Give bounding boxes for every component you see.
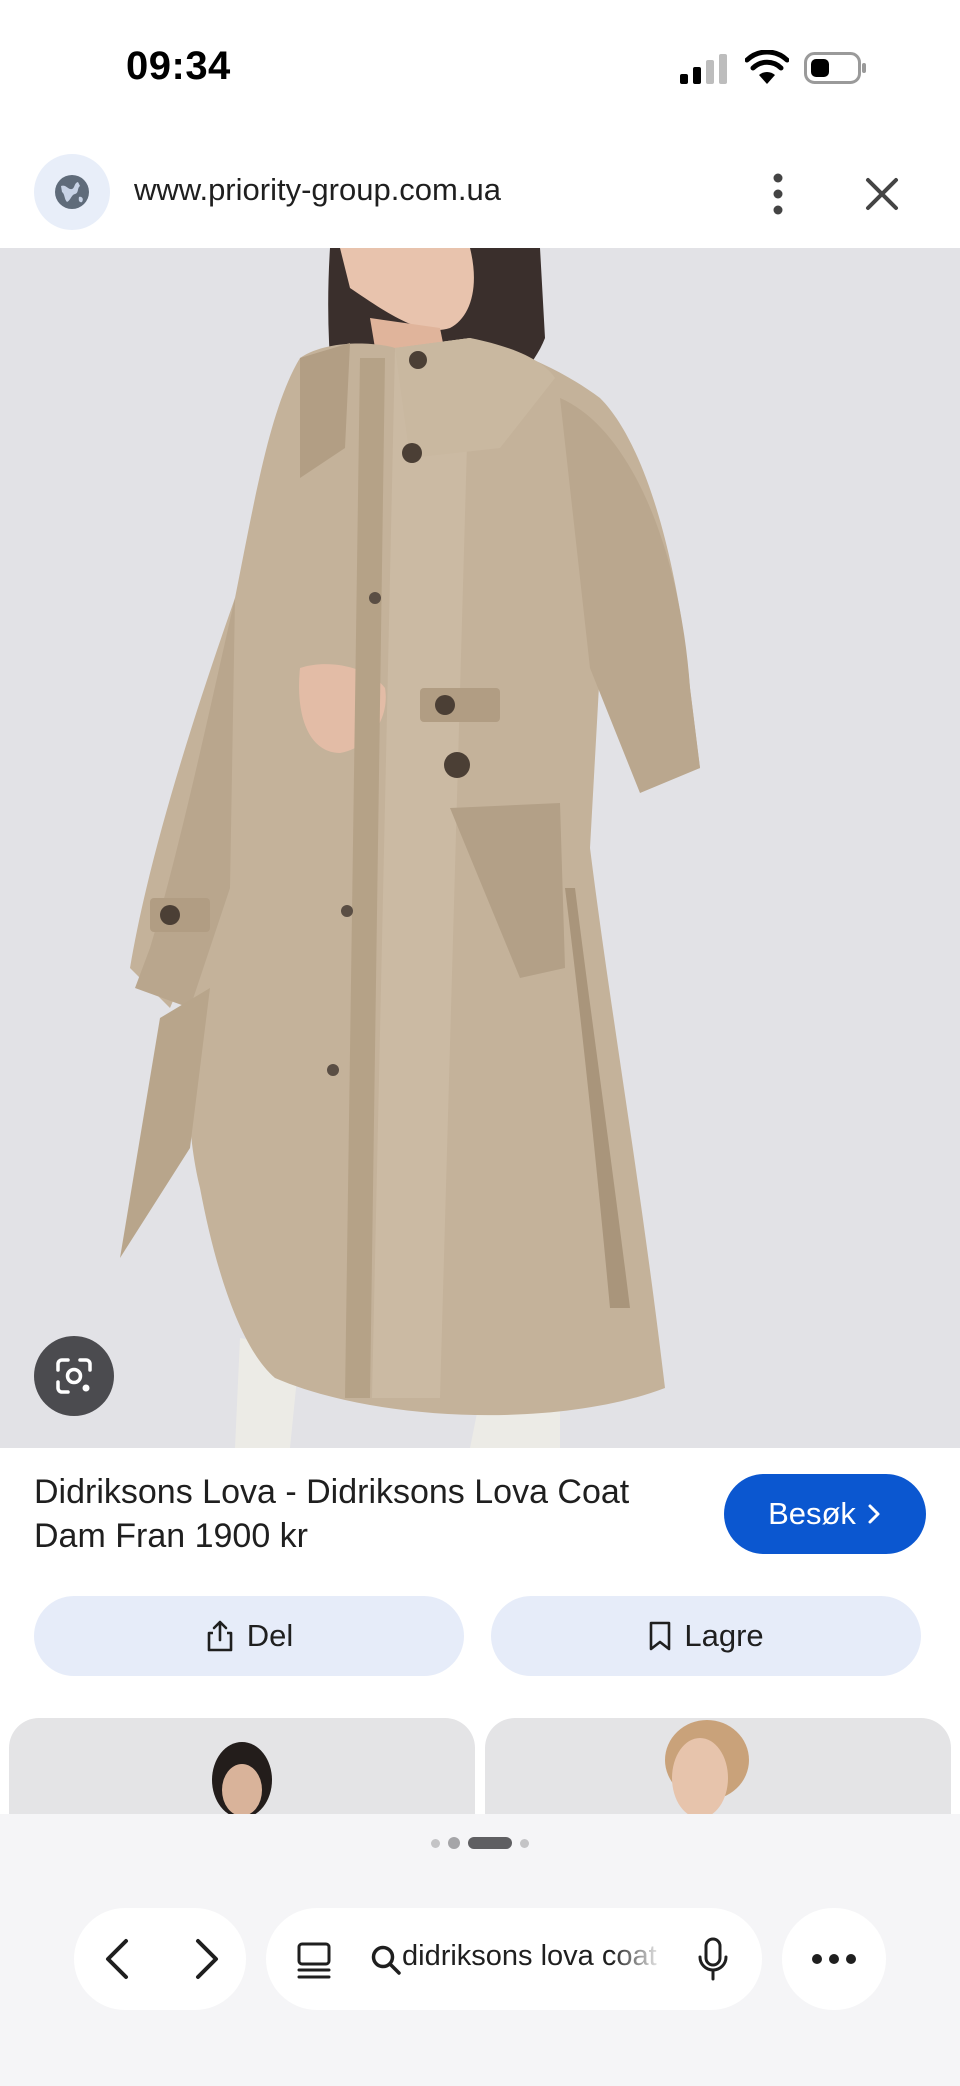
status-time: 09:34 — [126, 44, 231, 88]
page-dot — [520, 1838, 529, 1848]
globe-icon — [55, 175, 89, 209]
back-icon[interactable] — [98, 1935, 138, 1983]
cellular-signal-icon — [680, 54, 727, 84]
share-icon — [207, 1620, 233, 1652]
url-text[interactable]: www.priority-group.com.ua — [134, 172, 501, 208]
status-bar: 09:34 — [0, 0, 960, 140]
coat-illustration — [120, 248, 700, 1448]
more-options-button[interactable] — [782, 1908, 886, 2010]
bookmark-icon — [650, 1621, 671, 1651]
chevron-right-icon — [868, 1504, 880, 1524]
close-icon[interactable] — [860, 172, 904, 216]
mic-icon[interactable] — [696, 1936, 730, 1982]
visit-label: Besøk — [768, 1496, 856, 1531]
search-query-text[interactable]: didriksons lova coat — [402, 1940, 664, 1973]
product-title[interactable]: Didriksons Lova - Didriksons Lova Coat D… — [34, 1470, 694, 1558]
browser-url-bar: www.priority-group.com.ua — [0, 140, 960, 248]
site-info-button[interactable] — [34, 154, 110, 230]
related-image — [665, 1720, 749, 1818]
forward-icon[interactable] — [186, 1935, 226, 1983]
related-result-thumbnail[interactable] — [9, 1718, 475, 1818]
navigation-controls — [74, 1908, 246, 2010]
search-bar[interactable]: didriksons lova coat — [266, 1908, 762, 2010]
page-dot — [431, 1838, 440, 1848]
google-lens-icon — [56, 1358, 92, 1394]
page-dot-active — [468, 1837, 512, 1849]
share-label: Del — [246, 1618, 294, 1653]
save-button[interactable]: Lagre — [491, 1596, 921, 1676]
wifi-icon — [745, 50, 789, 84]
visit-button[interactable]: Besøk — [724, 1474, 926, 1554]
google-lens-button[interactable] — [34, 1336, 114, 1416]
save-label: Lagre — [684, 1618, 764, 1653]
related-image — [212, 1742, 272, 1818]
carousel-page-indicator — [0, 1836, 960, 1850]
search-icon — [371, 1945, 401, 1975]
share-button[interactable]: Del — [34, 1596, 464, 1676]
page-dot — [448, 1837, 460, 1849]
more-vert-icon[interactable] — [758, 170, 798, 218]
tabs-icon[interactable] — [296, 1940, 332, 1980]
product-image[interactable] — [0, 248, 960, 1448]
more-horiz-icon — [812, 1954, 856, 1964]
battery-icon — [804, 52, 866, 84]
related-result-thumbnail[interactable] — [485, 1718, 951, 1818]
